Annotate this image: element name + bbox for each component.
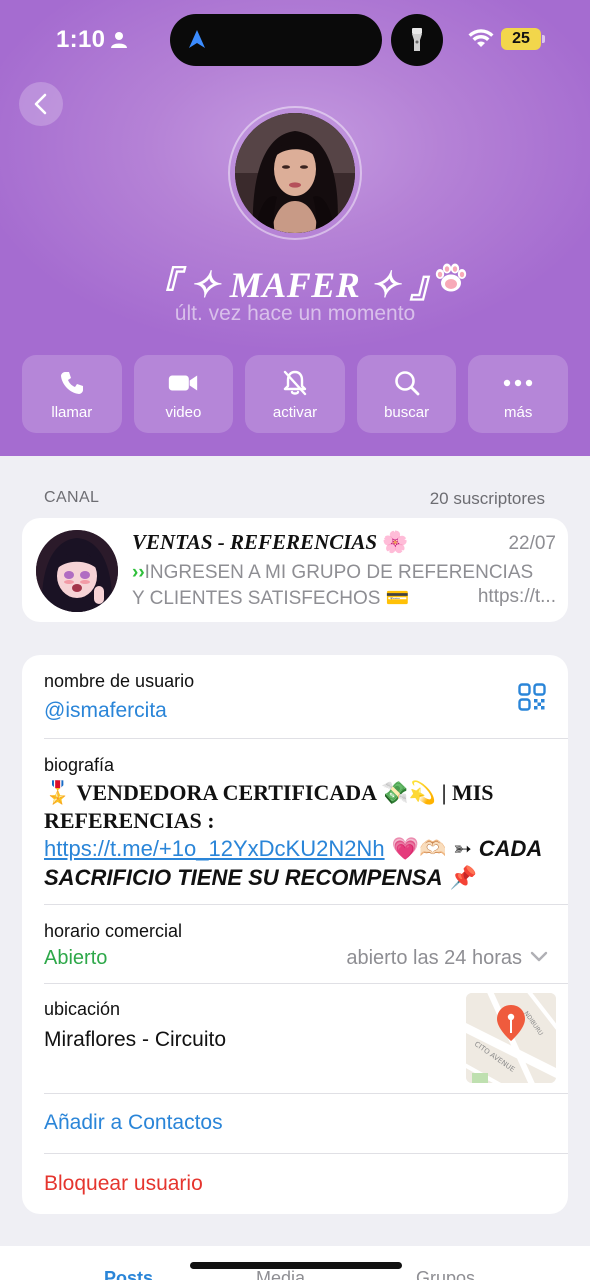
chevron-down-icon[interactable] <box>530 951 548 963</box>
last-seen-status: últ. vez hace un momento <box>174 302 416 325</box>
channel-date: 22/07 <box>508 533 556 554</box>
username-row[interactable]: nombre de usuario @ismafercita <box>22 655 568 739</box>
call-label: llamar <box>51 403 93 421</box>
bio-emojis: 💗🫶🏻 ➳ <box>384 837 479 862</box>
navigation-arrow-icon <box>189 30 205 48</box>
info-card: nombre de usuario @ismafercita biografía… <box>22 655 568 1214</box>
search-button[interactable]: buscar <box>356 355 457 433</box>
location-value: Miraflores - Circuito <box>44 1028 227 1051</box>
call-button[interactable]: llamar <box>22 355 122 433</box>
channel-section-label: CANAL <box>44 489 100 506</box>
flashlight-icon <box>412 28 422 51</box>
tab-groups[interactable]: Grupos <box>416 1268 475 1280</box>
dynamic-island <box>170 14 382 66</box>
bell-slash-icon <box>283 370 307 395</box>
chevron-left-icon <box>34 93 47 115</box>
location-label: ubicación <box>44 999 121 1019</box>
qr-code-icon[interactable] <box>518 683 546 711</box>
profile-header: 1:10 25 『 ✧ MAFER ✧ 』 últ. vez hace un m… <box>0 0 590 456</box>
more-dots-icon <box>503 379 533 386</box>
video-button[interactable]: video <box>133 355 234 433</box>
channel-card[interactable]: VENTAS - REFERENCIAS 🌸 22/07 ››INGRESEN … <box>22 518 568 622</box>
block-user-button[interactable]: Bloquear usuario <box>44 1172 203 1196</box>
search-icon <box>394 370 419 395</box>
add-contact-button[interactable]: Añadir a Contactos <box>44 1111 223 1135</box>
profile-name: 『 ✧ MAFER ✧ 』 <box>143 265 447 305</box>
search-label: buscar <box>384 403 430 421</box>
block-user-row[interactable]: Bloquear usuario <box>22 1154 568 1214</box>
tab-posts[interactable]: Posts <box>104 1268 153 1280</box>
preview-line-1: INGRESEN A MI GRUPO DE REFERENCIAS <box>144 562 534 583</box>
more-label: más <box>504 403 533 421</box>
channel-avatar <box>36 530 118 612</box>
phone-icon <box>60 371 83 394</box>
username-label: nombre de usuario <box>44 671 195 691</box>
bio-pin-emoji: 📌 <box>442 866 477 891</box>
profile-avatar[interactable] <box>235 113 355 233</box>
profile-actions: llamar video activar buscar más <box>22 355 568 433</box>
unmute-button[interactable]: activar <box>245 355 345 433</box>
status-time: 1:10 <box>56 26 106 53</box>
preview-line-2: Y CLIENTES SATISFECHOS 💳 <box>132 588 410 609</box>
subscriber-count: 20 suscriptores <box>429 489 545 508</box>
flashlight-indicator <box>391 14 443 66</box>
video-camera-icon <box>169 375 198 390</box>
business-hours-row[interactable]: horario comercial Abierto abierto las 24… <box>22 905 568 984</box>
wifi-icon <box>468 29 494 47</box>
bio-link[interactable]: https://t.me/+1o_12YxDcKU2N2Nh <box>44 836 385 861</box>
more-button[interactable]: más <box>468 355 568 433</box>
tab-media[interactable]: Media <box>256 1268 305 1280</box>
person-icon <box>111 32 127 48</box>
battery-level: 25 <box>512 30 530 47</box>
profile-photo <box>235 113 355 233</box>
channel-title: VENTAS - REFERENCIAS 🌸 <box>132 530 409 554</box>
hours-detail: abierto las 24 horas <box>346 947 522 969</box>
add-contact-row[interactable]: Añadir a Contactos <box>22 1094 568 1154</box>
preview-arrows: ›› <box>132 562 145 583</box>
video-label: video <box>165 403 202 421</box>
hours-label: horario comercial <box>44 921 183 941</box>
bio-label: biografía <box>44 755 115 775</box>
username-value[interactable]: @ismafercita <box>44 699 167 723</box>
bio-part-1: 🎖️ VENDEDORA CERTIFICADA 💸💫 | MIS REFERE… <box>44 780 494 833</box>
channel-avatar-image <box>36 530 118 612</box>
location-map-thumbnail[interactable]: CITO AVENUE NDIBURU <box>466 993 556 1083</box>
unmute-label: activar <box>272 403 318 421</box>
bio-text: 🎖️ VENDEDORA CERTIFICADA 💸💫 | MIS REFERE… <box>44 779 544 893</box>
channel-preview-link: https://t... <box>477 586 556 607</box>
paw-emoji-icon <box>435 263 467 292</box>
hours-status: Abierto <box>44 947 108 969</box>
channel-title-emoji: 🌸 <box>382 530 409 554</box>
back-button[interactable] <box>19 82 63 126</box>
home-indicator[interactable] <box>190 1262 402 1269</box>
map-image: CITO AVENUE NDIBURU <box>466 993 556 1083</box>
battery-indicator: 25 <box>501 28 545 50</box>
